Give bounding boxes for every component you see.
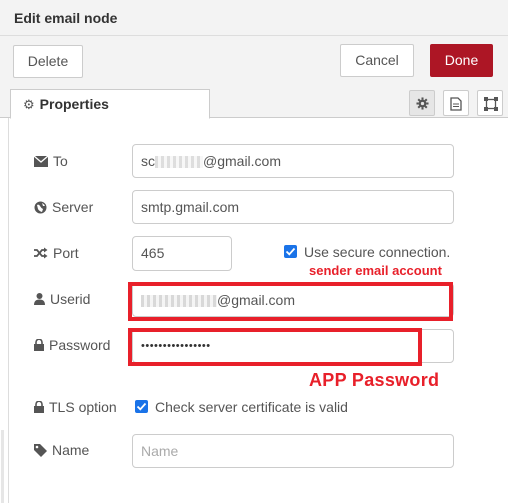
description-tab-button[interactable] xyxy=(443,90,469,116)
settings-tab-button[interactable] xyxy=(409,90,435,116)
highlight-box-userid xyxy=(128,282,453,321)
redacted-text xyxy=(155,156,203,169)
secure-connection-checkbox[interactable] xyxy=(284,245,297,258)
document-icon xyxy=(450,97,462,111)
scrollbar[interactable] xyxy=(1,430,4,503)
appearance-tab-button[interactable] xyxy=(477,90,503,116)
tls-verify-checkbox[interactable] xyxy=(135,400,148,413)
shuffle-icon xyxy=(34,247,48,259)
dialog-header: Edit email node xyxy=(0,0,508,36)
tag-icon xyxy=(34,443,47,457)
annotation-sender: sender email account xyxy=(309,263,442,278)
dialog-title: Edit email node xyxy=(14,10,118,26)
annotation-app-password: APP Password xyxy=(309,370,440,390)
frame-icon xyxy=(484,97,498,111)
port-label: Port xyxy=(34,245,79,261)
userid-label: Userid xyxy=(34,291,90,307)
password-label: Password xyxy=(34,337,110,353)
globe-icon xyxy=(34,201,47,213)
done-button[interactable]: Done xyxy=(430,44,493,77)
cancel-button[interactable]: Cancel xyxy=(340,44,414,77)
check-icon xyxy=(285,247,296,256)
properties-panel: To sc @gmail.com Server smtp.gmail.com Po… xyxy=(1,118,508,503)
secure-connection-label: Use secure connection. xyxy=(304,244,451,260)
server-label: Server xyxy=(34,199,93,215)
tab-properties[interactable]: ⚙ Properties xyxy=(10,89,210,119)
tab-properties-label: Properties xyxy=(39,96,109,112)
to-input[interactable]: sc @gmail.com xyxy=(132,144,454,178)
port-input[interactable]: 465 xyxy=(132,236,232,271)
user-icon xyxy=(34,293,45,305)
gear-icon: ⚙ xyxy=(23,97,35,112)
name-input[interactable]: Name xyxy=(132,434,454,468)
tls-verify-label: Check server certificate is valid xyxy=(155,399,348,415)
delete-button[interactable]: Delete xyxy=(13,45,83,78)
name-label: Name xyxy=(34,442,89,458)
dialog-toolbar: Delete Cancel Done xyxy=(0,36,508,86)
lock-icon xyxy=(34,401,44,413)
check-icon xyxy=(136,402,147,411)
server-input[interactable]: smtp.gmail.com xyxy=(132,190,454,224)
gear-icon xyxy=(416,97,429,110)
lock-icon xyxy=(34,339,44,351)
to-label: To xyxy=(34,153,68,169)
tab-bar: ⚙ Properties xyxy=(0,86,508,119)
highlight-box-password xyxy=(128,328,422,366)
tls-option-label: TLS option xyxy=(34,399,117,415)
envelope-icon xyxy=(34,155,48,167)
